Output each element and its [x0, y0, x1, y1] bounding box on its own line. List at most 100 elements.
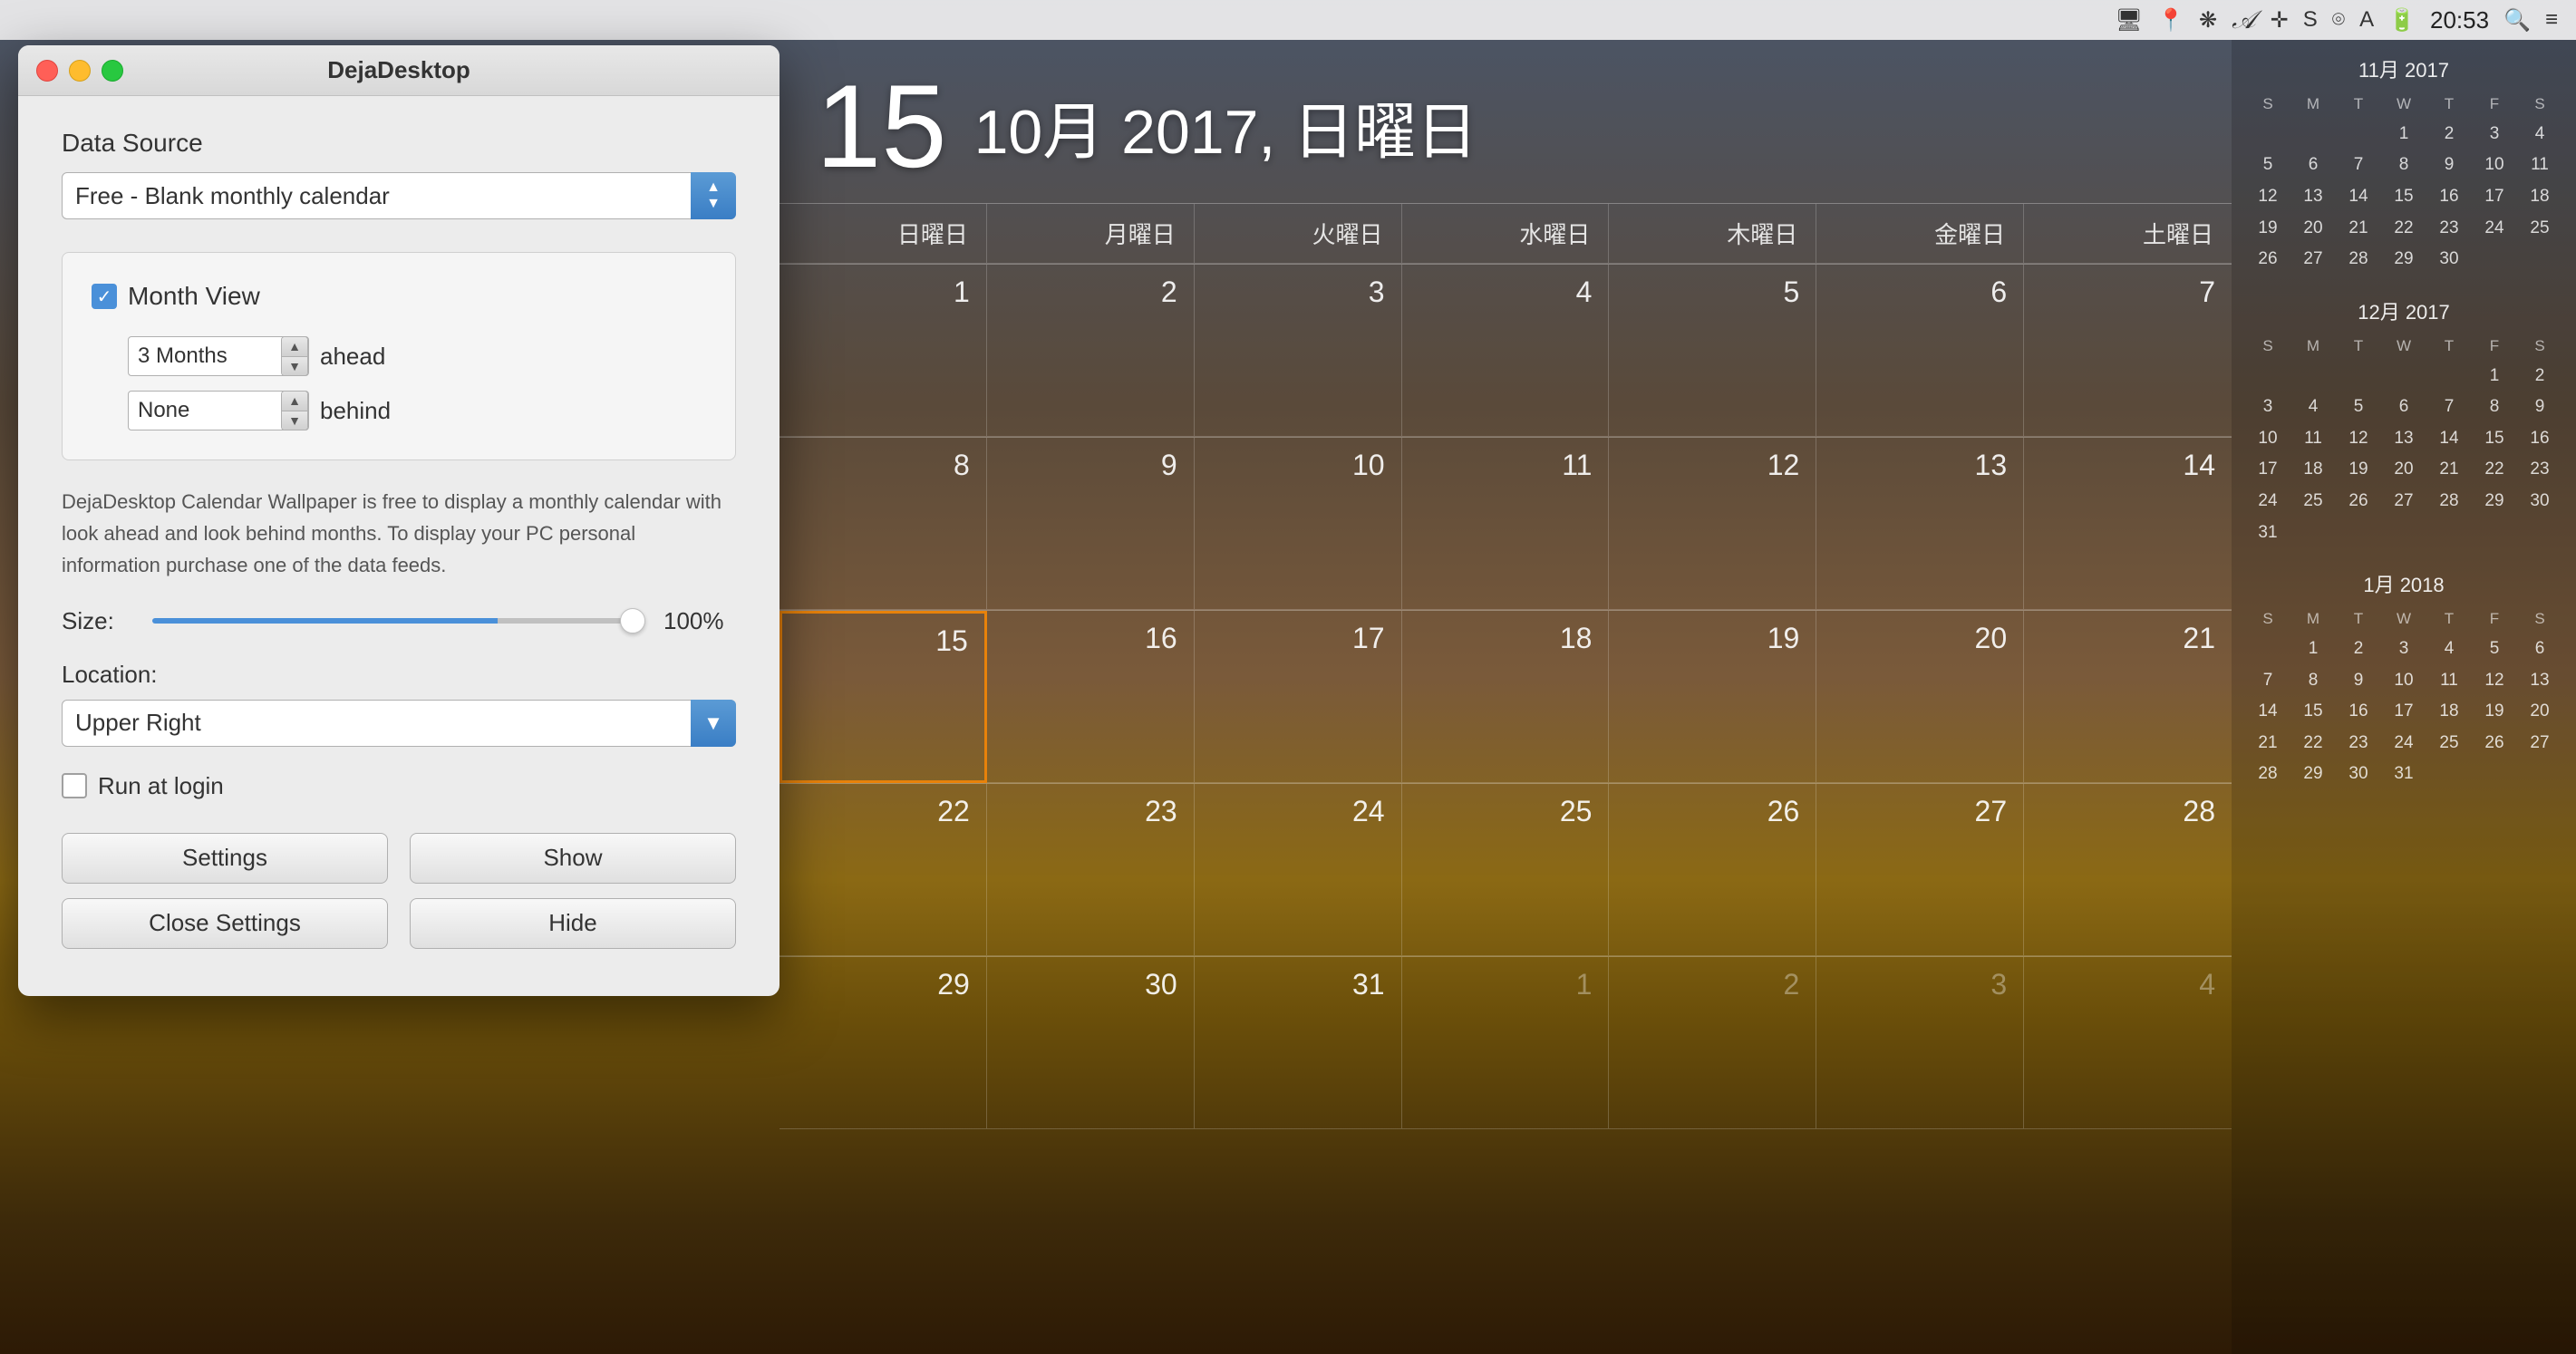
calendar-day-cell[interactable]: 23	[987, 784, 1195, 956]
calendar-day-cell[interactable]: 6	[1816, 265, 2024, 437]
calendar-day-number-cell: 31	[1211, 968, 1385, 1001]
mini-cal-day-cell	[2427, 759, 2471, 789]
behind-up-arrow[interactable]: ▲	[282, 392, 307, 411]
calendar-day-cell[interactable]: 3	[1195, 265, 1402, 437]
ahead-up-arrow[interactable]: ▲	[282, 337, 307, 357]
mini-cal-day-cell: 1	[2382, 120, 2426, 150]
calendar-day-cell[interactable]: 5	[1609, 265, 1816, 437]
minimize-button[interactable]	[69, 60, 91, 82]
calendar-day-cell[interactable]: 26	[1609, 784, 1816, 956]
calendar-day-cell[interactable]: 20	[1816, 611, 2024, 783]
calendar-day-cell[interactable]: 31	[1195, 957, 1402, 1129]
monitor-icon[interactable]: 🖥	[2116, 7, 2143, 34]
mini-cal-day-cell: 17	[2382, 697, 2426, 727]
mini-calendar-grid: SMTWTFS123456789101112131415161718192021…	[2246, 333, 2561, 547]
calendar-day-number-cell: 3	[1833, 968, 2007, 1001]
calendar-day-cell[interactable]: 1	[1402, 957, 1610, 1129]
calendar-day-cell[interactable]: 2	[1609, 957, 1816, 1129]
mini-cal-day-cell: 29	[2291, 759, 2335, 789]
location-select-wrapper: Upper Right ▼	[62, 700, 736, 747]
mini-cal-day-cell	[2291, 362, 2335, 392]
calendar-day-cell[interactable]: 4	[2024, 957, 2232, 1129]
mini-cal-day-cell: 25	[2427, 729, 2471, 759]
size-row: Size: 100%	[62, 607, 736, 635]
calendar-day-number-cell: 10	[1211, 449, 1385, 482]
ahead-value: 3 Months	[129, 343, 281, 369]
month-view-checkbox[interactable]: ✓	[92, 284, 117, 309]
calendar-day-number-cell: 20	[1833, 622, 2007, 655]
mini-cal-day-cell: 8	[2382, 150, 2426, 180]
show-button[interactable]: Show	[410, 833, 736, 884]
crosshair-icon[interactable]: ✛	[2271, 7, 2289, 34]
calendar-day-cell[interactable]: 16	[987, 611, 1195, 783]
calendar-day-cell[interactable]: 4	[1402, 265, 1610, 437]
calendar-day-cell[interactable]: 18	[1402, 611, 1610, 783]
ahead-down-arrow[interactable]: ▼	[282, 357, 307, 376]
close-button[interactable]	[36, 60, 58, 82]
mini-cal-day-cell: 11	[2291, 424, 2335, 454]
mini-cal-day-cell	[2337, 120, 2380, 150]
calendar-day-number-cell: 6	[1833, 276, 2007, 309]
calendar-week-row: 1234567	[780, 264, 2232, 437]
battery-icon[interactable]: 🔋	[2388, 7, 2416, 34]
calendar-day-cell[interactable]: 21	[2024, 611, 2232, 783]
calendar-day-cell[interactable]: 11	[1402, 438, 1610, 610]
mini-cal-day-cell	[2473, 759, 2516, 789]
calendar-day-cell[interactable]: 8	[780, 438, 987, 610]
calendar-day-cell[interactable]: 3	[1816, 957, 2024, 1129]
size-slider[interactable]	[152, 618, 645, 624]
mini-cal-day-cell: 5	[2246, 150, 2290, 180]
mini-cal-day-cell: 2	[2337, 634, 2380, 664]
calendar-day-cell[interactable]: 29	[780, 957, 987, 1129]
calendar-day-cell[interactable]: 14	[2024, 438, 2232, 610]
calendar-day-cell[interactable]: 7	[2024, 265, 2232, 437]
calendar-day-cell[interactable]: 22	[780, 784, 987, 956]
calendar-day-cell[interactable]: 24	[1195, 784, 1402, 956]
close-settings-button[interactable]: Close Settings	[62, 898, 388, 949]
calendar-day-number-cell: 7	[2040, 276, 2215, 309]
data-source-arrow[interactable]: ▲ ▼	[691, 172, 736, 219]
calendar-day-cell[interactable]: 10	[1195, 438, 1402, 610]
mini-cal-day-cell: 31	[2382, 759, 2426, 789]
ahead-stepper-arrows[interactable]: ▲ ▼	[281, 336, 308, 376]
calendar-day-cell[interactable]: 30	[987, 957, 1195, 1129]
mini-cal-day-cell: 14	[2427, 424, 2471, 454]
calendar-day-cell[interactable]: 12	[1609, 438, 1816, 610]
calendar-day-cell[interactable]: 9	[987, 438, 1195, 610]
mini-cal-day-cell: 20	[2518, 697, 2561, 727]
menu-icon[interactable]: ≡	[2545, 7, 2558, 33]
mini-cal-day-cell: 8	[2291, 666, 2335, 696]
calendar-day-cell[interactable]: 19	[1609, 611, 1816, 783]
calendar-day-cell[interactable]: 13	[1816, 438, 2024, 610]
calendar-day-cell[interactable]: 1	[780, 265, 987, 437]
calendar-day-cell[interactable]: 17	[1195, 611, 1402, 783]
mini-cal-header-cell: S	[2518, 333, 2561, 360]
dropbox-icon[interactable]: ❋	[2199, 7, 2217, 34]
location-icon[interactable]: 📍	[2157, 7, 2184, 34]
mini-cal-day-cell: 18	[2291, 455, 2335, 485]
behind-down-arrow[interactable]: ▼	[282, 411, 307, 430]
calendar-day-cell[interactable]: 28	[2024, 784, 2232, 956]
search-icon[interactable]: 🔍	[2503, 7, 2531, 34]
script-icon[interactable]: 𝒜	[2232, 5, 2256, 35]
mini-cal-day-cell: 27	[2291, 245, 2335, 275]
run-at-login-checkbox[interactable]	[62, 773, 87, 798]
settings-button[interactable]: Settings	[62, 833, 388, 884]
calendar-day-cell[interactable]: 25	[1402, 784, 1610, 956]
calendar-day-cell[interactable]: 2	[987, 265, 1195, 437]
calendar-body: 1234567891011121314151617181920212223242…	[780, 264, 2232, 1129]
month-view-checkbox-label: ✓ Month View	[92, 282, 260, 311]
calendar-day-number-cell: 16	[1003, 622, 1177, 655]
location-arrow[interactable]: ▼	[691, 700, 736, 747]
mini-cal-header-cell: T	[2427, 333, 2471, 360]
calendar-day-cell[interactable]: 27	[1816, 784, 2024, 956]
maximize-button[interactable]	[102, 60, 123, 82]
s-letter-icon[interactable]: S	[2303, 7, 2318, 33]
hide-button[interactable]: Hide	[410, 898, 736, 949]
calendar-day-cell[interactable]: 15	[780, 611, 987, 783]
mini-cal-day-cell: 25	[2291, 487, 2335, 517]
wifi-icon[interactable]: ⌾	[2332, 7, 2345, 33]
calendar-day-number-cell: 29	[796, 968, 970, 1001]
behind-stepper-arrows[interactable]: ▲ ▼	[281, 391, 308, 430]
a-letter-icon[interactable]: A	[2359, 7, 2374, 33]
